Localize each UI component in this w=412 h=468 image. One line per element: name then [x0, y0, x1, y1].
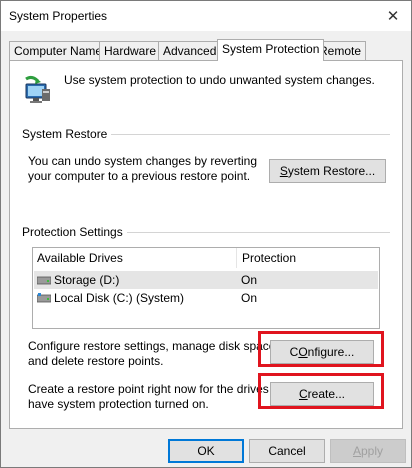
column-separator[interactable] — [236, 248, 237, 268]
cancel-button[interactable]: Cancel — [249, 439, 325, 463]
intro-text: Use system protection to undo unwanted s… — [64, 73, 375, 87]
title-bar: System Properties ✕ — [1, 1, 411, 31]
tab-hardware[interactable]: Hardware — [99, 41, 162, 60]
column-header-drives[interactable]: Available Drives — [37, 251, 123, 265]
configure-highlight — [258, 331, 384, 367]
system-restore-button[interactable]: System Restore... — [269, 159, 386, 183]
apply-accesskey: A — [352, 444, 361, 458]
protection-settings-heading: Protection Settings — [22, 225, 127, 239]
drive-protection-status: On — [241, 291, 258, 305]
configure-description-2: and delete restore points. — [28, 354, 164, 368]
drive-name: Storage (D:) — [54, 273, 120, 287]
configure-description-1: Configure restore settings, manage disk … — [28, 339, 279, 353]
tab-advanced[interactable]: Advanced — [158, 41, 222, 60]
system-restore-description-2: your computer to a previous restore poin… — [28, 169, 251, 183]
drive-name: Local Disk (C:) (System) — [54, 291, 185, 305]
tab-system-protection[interactable]: System Protection — [217, 39, 325, 61]
system-restore-description-1: You can undo system changes by reverting — [28, 154, 258, 168]
system-restore-heading: System Restore — [22, 127, 112, 141]
ok-button[interactable]: OK — [168, 439, 244, 463]
window-title: System Properties — [9, 9, 108, 23]
tab-computer-name[interactable]: Computer Name — [9, 41, 108, 60]
system-properties-window: System Properties ✕ Computer Name Hardwa… — [0, 0, 412, 468]
tab-panel: Use system protection to undo unwanted s… — [9, 60, 403, 429]
system-drive-icon — [37, 293, 51, 303]
column-header-protection[interactable]: Protection — [242, 251, 296, 265]
table-row[interactable]: Local Disk (C:) (System) On — [34, 289, 378, 307]
create-description-2: have system protection turned on. — [28, 397, 209, 411]
system-protection-icon — [25, 75, 50, 103]
apply-button-label: pply — [361, 444, 384, 458]
drive-protection-status: On — [241, 273, 258, 287]
drive-icon — [37, 276, 51, 285]
system-restore-button-label: ystem Restore... — [287, 164, 376, 178]
create-highlight — [258, 373, 384, 409]
drives-list[interactable]: Available Drives Protection Storage (D:)… — [32, 247, 380, 329]
system-restore-accesskey: S — [279, 164, 288, 178]
table-row[interactable]: Storage (D:) On — [34, 271, 378, 289]
apply-button[interactable]: Apply — [330, 439, 406, 463]
create-description-1: Create a restore point right now for the… — [28, 382, 293, 396]
close-icon[interactable]: ✕ — [379, 3, 407, 29]
